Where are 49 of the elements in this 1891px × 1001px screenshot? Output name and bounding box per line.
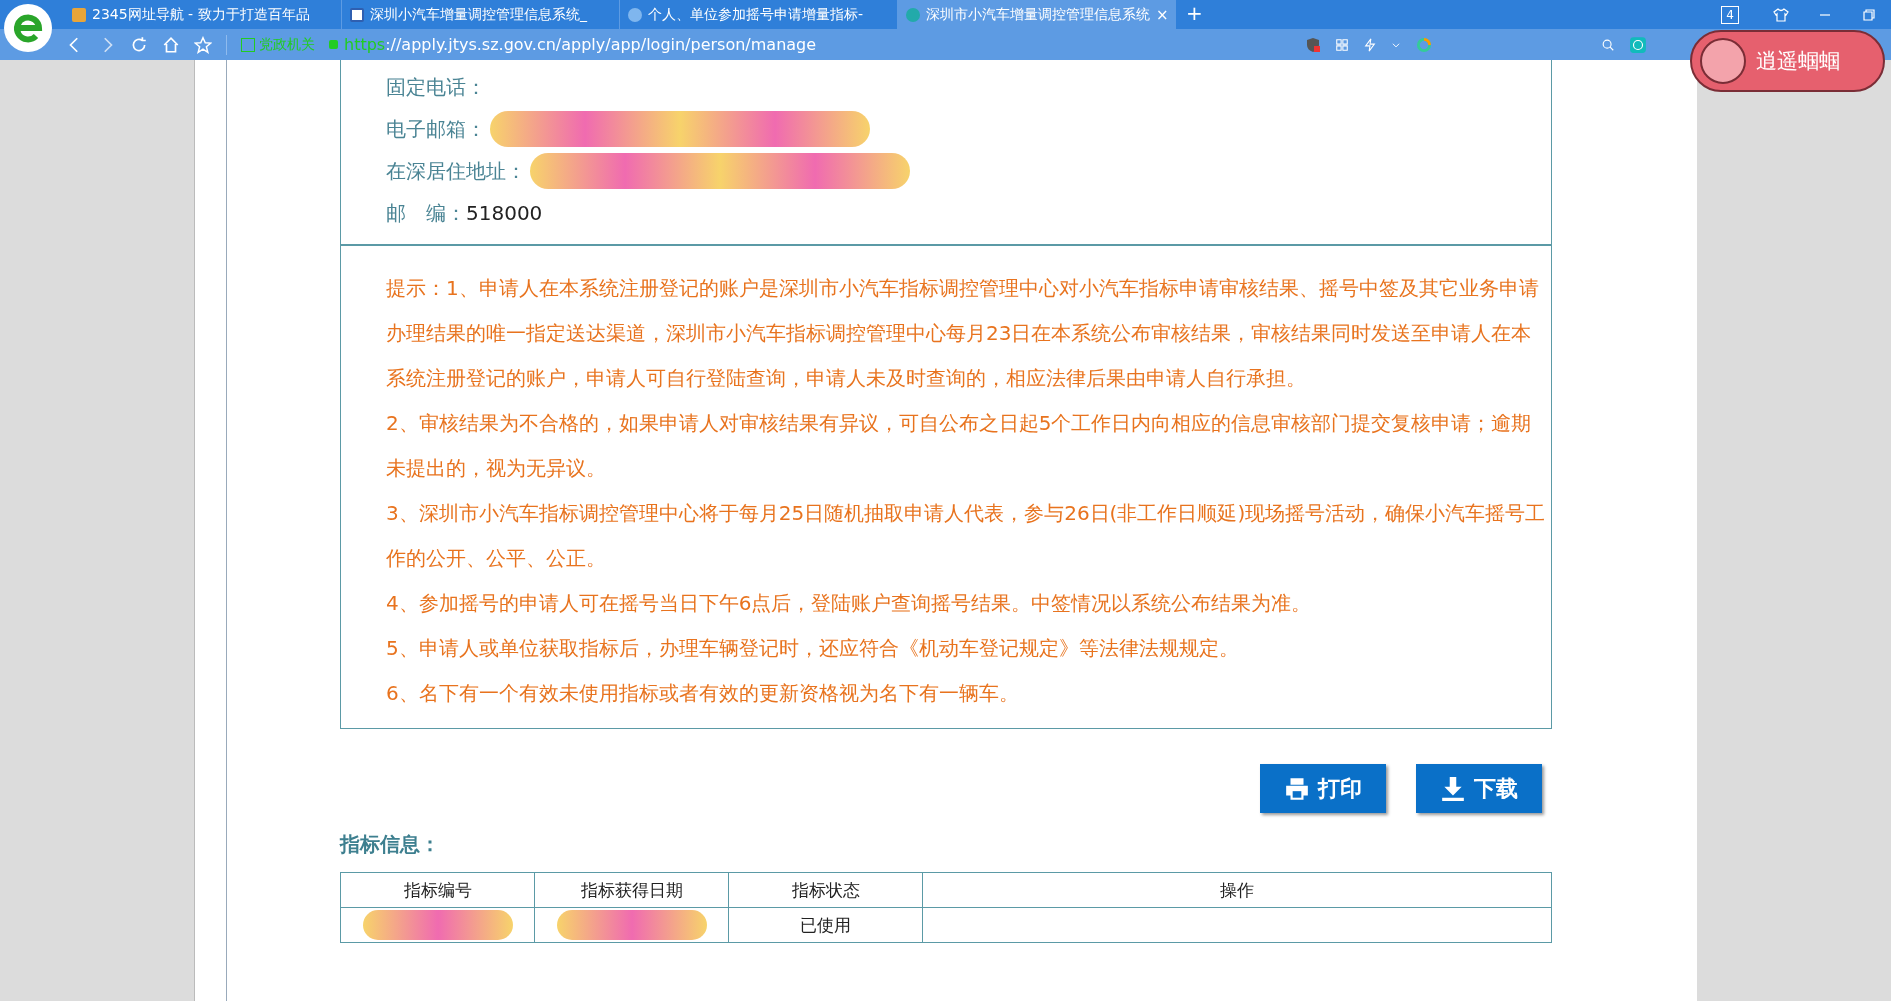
home-icon[interactable]: [162, 35, 180, 54]
download-icon: [1440, 775, 1466, 802]
site-icon: [628, 7, 642, 22]
tab-count[interactable]: 4: [1721, 5, 1739, 24]
tab-title: 深圳小汽车增量调控管理信息系统_: [370, 5, 587, 24]
ring-icon[interactable]: [1415, 35, 1433, 54]
tab-title: 个人、单位参加摇号申请增量指标-: [648, 5, 864, 24]
security-label: 党政机关: [259, 35, 315, 54]
printer-icon: [1284, 775, 1310, 802]
site-icon: [72, 7, 86, 22]
tab-title: 2345网址导航 - 致力于打造百年品: [92, 5, 310, 24]
site-icon: [906, 7, 920, 22]
new-tab-button[interactable]: +: [1176, 0, 1213, 29]
sticker-text: 逍遥蝈蝈: [1756, 48, 1840, 75]
qr-code-icon[interactable]: [1335, 37, 1349, 52]
reload-icon[interactable]: [130, 35, 148, 54]
field-label: 邮 编：: [386, 199, 466, 227]
column-header: 指标状态: [728, 872, 923, 908]
shield-icon[interactable]: [1305, 36, 1321, 53]
field-label: 在深居住地址：: [386, 157, 526, 185]
column-header: 指标获得日期: [534, 872, 729, 908]
government-badge-icon: [241, 37, 255, 52]
address-field[interactable]: https://apply.jtys.sz.gov.cn/apply/app/login/person/manage: [344, 35, 817, 54]
search-icon[interactable]: [1601, 37, 1615, 52]
table-cell: 已使用: [728, 907, 923, 943]
field-label: 固定电话：: [386, 73, 486, 101]
shirt-icon[interactable]: [1773, 6, 1789, 23]
field-label: 电子邮箱：: [386, 115, 486, 143]
star-icon[interactable]: [194, 35, 212, 54]
restore-icon[interactable]: [1861, 6, 1877, 23]
notice-paragraph: 2、审核结果为不合格的，如果申请人对审核结果有异议，可自公布之日起5个工作日内向相应的信息审核部门提交复核申请；逾期未提出的，视为无异议。: [386, 410, 1533, 482]
notice-paragraph: 提示：1、申请人在本系统注册登记的账户是深圳市小汽车指标调控管理中心对小汽车指标申请审核结果、摇号中签及其它业务申请办理结果的唯一指定送达渠道，深圳市小汽车指标调控管理中心每月23日在本系统公布审核结果，审核结果同时发送至申请人在本系统注册登记的账户，申请人可自行登陆查询，申请人未及时查询的，相应法律后果由申请人自行承担。: [386, 275, 1540, 392]
notice-paragraph: 5、申请人或单位获取指标后，办理车辆登记时，还应符合《机动车登记规定》等法律法规规定。: [386, 635, 1240, 662]
site-icon: [350, 7, 364, 22]
notice-paragraph: 4、参加摇号的申请人可在摇号当日下午6点后，登陆账户查询摇号结果。中签情况以系统公布结果为准。: [386, 590, 1313, 617]
print-button[interactable]: 打印: [1260, 764, 1386, 813]
column-header: 指标编号: [340, 872, 535, 908]
lightning-icon[interactable]: [1363, 37, 1377, 52]
notice-paragraph: 3、深圳市小汽车指标调控管理中心将于每月25日随机抽取申请人代表，参与26日(非工作日顺延)现场摇号活动，确保小汽车摇号工作的公开、公平、公正。: [386, 500, 1547, 572]
extension-icon[interactable]: [1629, 35, 1647, 54]
column-header: 操作: [922, 872, 1552, 908]
download-button[interactable]: 下载: [1416, 764, 1542, 813]
notice-paragraph: 6、名下有一个有效未使用指标或者有效的更新资格视为名下有一辆车。: [386, 680, 1020, 707]
field-value: 518000: [466, 201, 543, 225]
close-tab-button[interactable]: ×: [1156, 5, 1169, 24]
section-title: 指标信息：: [340, 831, 441, 858]
lock-icon: [329, 40, 338, 49]
browser-tab[interactable]: 深圳市小汽车增量调控管理信息系统 ×: [898, 0, 1176, 29]
tab-title: 深圳市小汽车增量调控管理信息系统: [926, 5, 1150, 24]
